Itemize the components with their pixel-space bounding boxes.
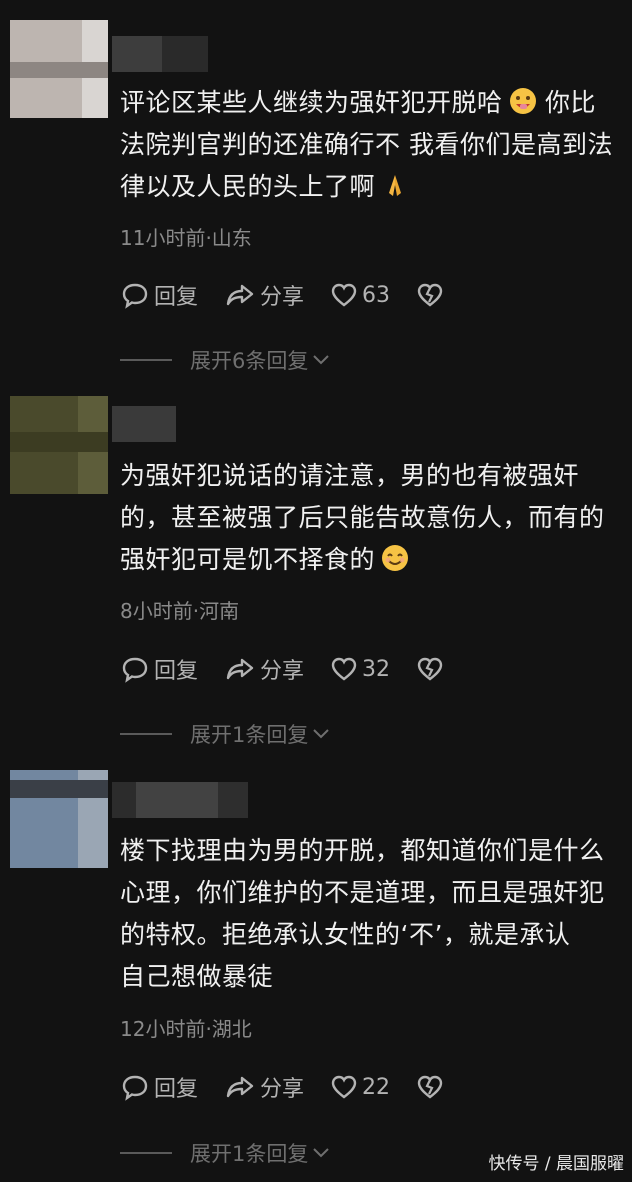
expand-divider bbox=[120, 359, 172, 361]
expand-replies-button[interactable]: 展开1条回复 bbox=[120, 719, 330, 749]
chevron-down-icon bbox=[313, 1148, 330, 1158]
broken-heart-icon bbox=[417, 283, 443, 307]
like-count: 63 bbox=[362, 282, 391, 308]
expand-divider bbox=[120, 1152, 172, 1154]
reply-bubble-icon bbox=[122, 657, 148, 683]
like-count: 32 bbox=[362, 656, 391, 682]
comment-actions: 回复 分享 22 bbox=[120, 1071, 474, 1103]
reply-button[interactable]: 回复 bbox=[120, 1071, 198, 1103]
reply-label: 回复 bbox=[154, 1077, 199, 1102]
reply-bubble-icon bbox=[122, 1075, 148, 1101]
share-button[interactable]: 分享 bbox=[224, 653, 304, 685]
share-arrow-icon bbox=[226, 284, 254, 306]
username-blurred[interactable] bbox=[112, 36, 208, 72]
comment-text: 评论区某些人继续为强奸犯开脱哈 你比 法院判官判的还准确行不 我看你们是高到法 … bbox=[120, 82, 628, 208]
comment-text: 为强奸犯说话的请注意，男的也有被强奸 的，甚至被强了后只能告故意伤人，而有的 强… bbox=[120, 455, 628, 581]
like-button[interactable]: 22 bbox=[330, 1074, 390, 1100]
reply-button[interactable]: 回复 bbox=[120, 653, 198, 685]
share-label: 分享 bbox=[260, 1077, 305, 1102]
share-arrow-icon bbox=[226, 1076, 254, 1098]
dislike-button[interactable] bbox=[416, 1074, 448, 1100]
comment-text: 楼下找理由为男的开脱，都知道你们是什么 心理，你们维护的不是道理，而且是强奸犯 … bbox=[120, 836, 605, 991]
broken-heart-icon bbox=[417, 1075, 443, 1099]
dislike-button[interactable] bbox=[416, 656, 448, 682]
share-label: 分享 bbox=[260, 659, 305, 684]
expand-label: 展开1条回复 bbox=[190, 1142, 309, 1166]
avatar[interactable] bbox=[10, 20, 108, 118]
avatar[interactable] bbox=[10, 396, 108, 494]
share-button[interactable]: 分享 bbox=[224, 1071, 304, 1103]
chevron-down-icon bbox=[313, 729, 330, 739]
comment-text-head: 为强奸犯说话的请注意，男的也有被强奸 的，甚至被强了后只能告故意伤人，而有的 强… bbox=[120, 461, 605, 574]
broken-heart-icon bbox=[417, 657, 443, 681]
comment-actions: 回复 分享 63 bbox=[120, 279, 474, 311]
like-button[interactable]: 32 bbox=[330, 656, 390, 682]
watermark: 快传号 / 晨国服曜 bbox=[488, 1154, 624, 1174]
expand-divider bbox=[120, 733, 172, 735]
heart-icon bbox=[331, 1075, 357, 1099]
comment-text-head: 评论区某些人继续为强奸犯开脱哈 bbox=[120, 88, 503, 117]
dislike-button[interactable] bbox=[416, 282, 448, 308]
heart-icon bbox=[331, 657, 357, 681]
username-blurred[interactable] bbox=[112, 782, 248, 818]
username-blurred[interactable] bbox=[112, 406, 176, 442]
expand-replies-button[interactable]: 展开1条回复 bbox=[120, 1138, 330, 1168]
reply-button[interactable]: 回复 bbox=[120, 279, 198, 311]
share-arrow-icon bbox=[226, 658, 254, 680]
money-mouth-face-icon bbox=[509, 88, 536, 114]
comment-meta: 12小时前·湖北 bbox=[120, 1017, 252, 1041]
comment-actions: 回复 分享 32 bbox=[120, 653, 474, 685]
heart-icon bbox=[331, 283, 357, 307]
share-button[interactable]: 分享 bbox=[224, 279, 304, 311]
expand-label: 展开6条回复 bbox=[190, 349, 309, 373]
like-button[interactable]: 63 bbox=[330, 282, 390, 308]
share-label: 分享 bbox=[260, 285, 305, 310]
expand-label: 展开1条回复 bbox=[190, 723, 309, 747]
avatar[interactable] bbox=[10, 770, 108, 868]
reply-label: 回复 bbox=[154, 285, 199, 310]
expand-replies-button[interactable]: 展开6条回复 bbox=[120, 345, 330, 375]
reply-label: 回复 bbox=[154, 659, 199, 684]
chevron-down-icon bbox=[313, 355, 330, 365]
comment-meta: 8小时前·河南 bbox=[120, 599, 240, 623]
reply-bubble-icon bbox=[122, 283, 148, 309]
comment-meta: 11小时前·山东 bbox=[120, 226, 252, 250]
smiling-face-icon bbox=[382, 545, 409, 571]
folded-hands-icon bbox=[389, 175, 402, 196]
like-count: 22 bbox=[362, 1074, 391, 1100]
